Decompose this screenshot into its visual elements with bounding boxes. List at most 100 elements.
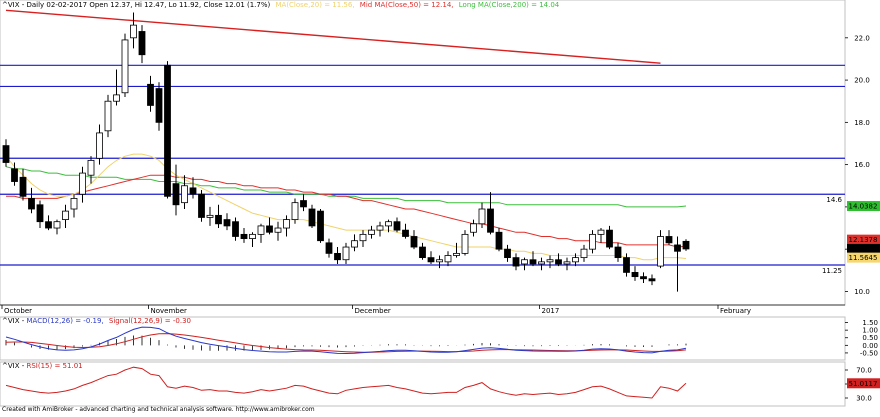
price-tick-label: 16.0 (854, 161, 870, 169)
candle-body (478, 208, 486, 225)
price-marker-label: 12.1378 (849, 236, 878, 244)
candle-body (300, 200, 307, 208)
candle-body (249, 233, 256, 239)
candle-body (45, 221, 52, 229)
candle-body (410, 236, 418, 248)
price-marker-label: 12.01 (853, 245, 873, 253)
candle-body (164, 64, 171, 197)
candle-body (546, 259, 554, 263)
price-tick-label: 22.0 (854, 34, 870, 42)
candle-body (640, 276, 647, 280)
candle-body (461, 233, 469, 254)
candle-body (470, 223, 477, 233)
candle-body (606, 229, 613, 248)
price-marker: 12.01 (847, 243, 880, 254)
candle-body (283, 219, 290, 229)
candle-body (181, 185, 188, 204)
candle-body (495, 231, 503, 250)
price-marker-label: 14.0382 (849, 203, 878, 211)
candle-body (614, 246, 622, 259)
candle-body (274, 227, 282, 233)
candle-body (215, 214, 222, 225)
price-marker-label: 11.5645 (849, 254, 878, 262)
footer-credit: Created with AmiBroker - advanced charti… (2, 406, 315, 413)
macd-title-signal: Signal(12,26,9) = -0.30 (109, 317, 191, 325)
candle-body (453, 252, 460, 256)
candle-body (28, 198, 35, 210)
candle-body (589, 233, 596, 250)
candle-body (62, 210, 69, 220)
candle-body (572, 257, 579, 263)
macd-title-prefix: ^VIX - (2, 317, 27, 325)
candle-body (580, 248, 588, 259)
rsi-marker-label: 51.0117 (849, 380, 878, 388)
candle-body (504, 248, 511, 259)
candle-body (674, 244, 681, 252)
candle-body (563, 261, 571, 265)
candle-body (597, 229, 605, 235)
price-tick-label: 18.0 (854, 119, 870, 127)
price-tick-label: 10.0 (854, 288, 870, 296)
candle-body (232, 221, 239, 237)
candle-body (682, 240, 690, 250)
candle (317, 209, 324, 243)
macd-panel-title: ^VIX - MACD(12,26) = -0.19, Signal(12,26… (2, 317, 191, 325)
candle-body (385, 221, 392, 227)
candle-body (427, 257, 435, 263)
level-label: 11.25 (822, 267, 842, 275)
candle-body (2, 145, 10, 163)
candle (198, 189, 205, 222)
candle-body (19, 176, 27, 197)
header-ma-long: Long MA(Close,200) = 14.04 (459, 1, 560, 9)
rsi-tick-label: 30.0 (856, 395, 872, 403)
candle-body (351, 240, 358, 248)
candle-body (138, 31, 146, 56)
candle-body (155, 88, 163, 123)
candle-body (223, 219, 231, 227)
candle-body (657, 236, 664, 267)
candle-body (130, 24, 137, 39)
candle-body (113, 94, 120, 102)
rsi-tick-label: 70.0 (856, 367, 872, 375)
candle-body (436, 259, 443, 263)
rsi-title-value: RSI(15) = 51.01 (27, 362, 83, 370)
candle (121, 33, 129, 97)
candle-body (172, 183, 180, 206)
rsi-marker: 51.0117 (847, 378, 880, 389)
candle-body (121, 39, 129, 94)
candle-body (623, 257, 630, 273)
price-marker: 12.1378 (847, 234, 880, 245)
candle-body (648, 278, 656, 282)
candle-body (665, 236, 673, 244)
candle-body (189, 187, 197, 195)
date-tick-label: 2017 (542, 307, 560, 315)
candle-body (257, 225, 265, 235)
price-marker: 11.5645 (847, 252, 880, 263)
candle-body (521, 259, 528, 265)
candle (104, 94, 112, 138)
candle-body (291, 202, 299, 220)
candle-body (334, 252, 341, 261)
candle-body (538, 261, 545, 265)
candle-body (529, 259, 537, 265)
date-tick-label: November (151, 307, 188, 315)
candle-body (359, 233, 367, 242)
header-ma-short: MA(Close,20) = 11.56, (275, 1, 354, 9)
macd-title-macd: MACD(12,26) = -0.19, (27, 317, 104, 325)
candle-body (342, 246, 350, 261)
candle-body (70, 198, 78, 210)
macd-tick-label: -0.50 (860, 349, 878, 357)
level-label: 14.6 (826, 196, 842, 204)
candle-body (36, 204, 44, 223)
price-panel-title: ^VIX - Daily 02-02-2017 Open 12.37, Hi 1… (2, 1, 560, 9)
candle-body (308, 208, 316, 227)
candle (682, 239, 690, 251)
candle-body (376, 225, 384, 231)
candle-body (444, 255, 452, 263)
price-marker: 14.0382 (847, 201, 880, 212)
candle-body (147, 83, 154, 106)
rsi-title-prefix: ^VIX - (2, 362, 27, 370)
candle-body (79, 172, 86, 195)
candle-body (512, 257, 520, 267)
candle-body (240, 233, 248, 239)
